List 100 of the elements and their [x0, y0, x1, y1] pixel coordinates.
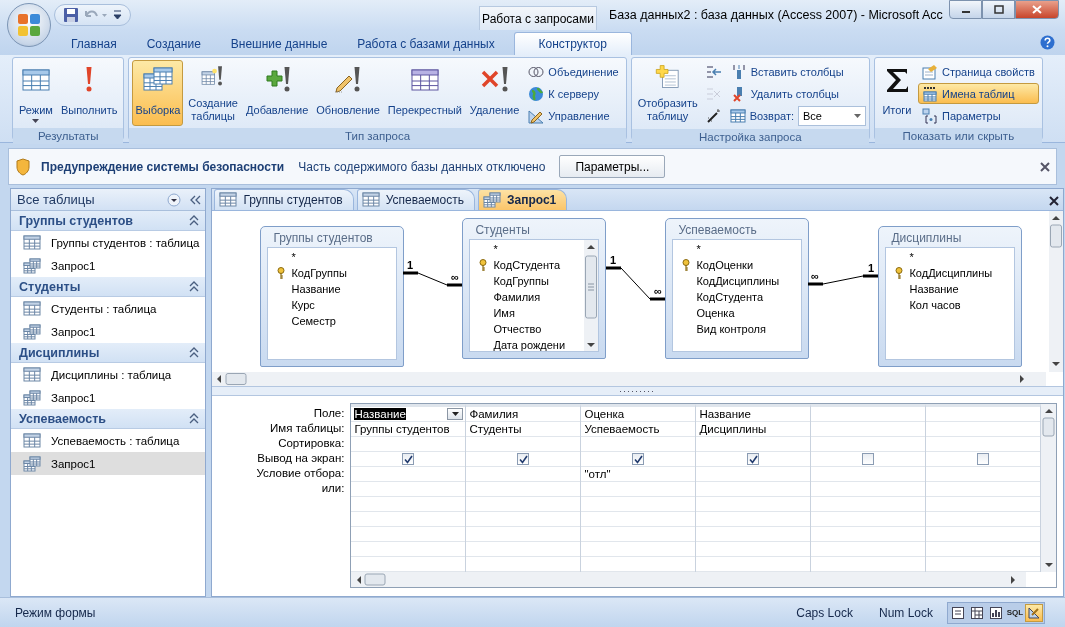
horizontal-scrollbar[interactable]: [212, 372, 1047, 386]
view-button[interactable]: SQL: [1006, 603, 1024, 622]
field-name[interactable]: Кол часов: [909, 299, 961, 311]
maximize-button[interactable]: [982, 0, 1015, 19]
field-cell[interactable]: Название: [699, 408, 751, 420]
nav-item[interactable]: Дисциплины : таблица: [11, 363, 206, 386]
nav-item[interactable]: Запрос1: [11, 386, 206, 409]
nav-item[interactable]: Запрос1: [11, 320, 206, 343]
minimize-button[interactable]: [949, 0, 982, 19]
document-tab[interactable]: Запрос1: [477, 189, 568, 210]
table-cell[interactable]: Студенты: [469, 423, 522, 435]
ribbon-button[interactable]: Удаление: [466, 60, 523, 126]
vertical-scrollbar[interactable]: [584, 240, 599, 351]
ribbon-button[interactable]: Страница свойств: [918, 61, 1039, 82]
return-dropdown[interactable]: Все: [798, 106, 866, 126]
ribbon-button[interactable]: Удалить столбцы: [726, 83, 866, 104]
show-checkbox[interactable]: [402, 453, 415, 465]
field-name[interactable]: КодГруппы: [291, 267, 347, 279]
nav-item[interactable]: Студенты : таблица: [11, 297, 206, 320]
table-box[interactable]: Студенты * КодСтудента КодГруппы Фамилия Имя Отчество Дата рождени: [462, 218, 607, 359]
field-name[interactable]: *: [493, 243, 498, 255]
ribbon-button[interactable]: Выполнить: [57, 60, 121, 126]
table-box[interactable]: Успеваемость * КодОценки КодДисциплины КодСтудента Оценка Вид контроля: [665, 218, 810, 359]
show-checkbox[interactable]: [632, 453, 645, 465]
field-cell[interactable]: Название: [354, 408, 406, 420]
close-button[interactable]: [1015, 0, 1059, 19]
field-name[interactable]: Название: [291, 283, 341, 295]
ribbon-tab[interactable]: Конструктор: [513, 32, 632, 55]
customize-toolbar-icon[interactable]: [113, 10, 122, 20]
ribbon-tab[interactable]: Создание: [131, 32, 216, 55]
field-cell[interactable]: Фамилия: [469, 408, 519, 420]
ribbon-button[interactable]: Управление: [524, 105, 623, 126]
ribbon-tab[interactable]: Работа с базами данных: [342, 32, 510, 55]
field-name[interactable]: Семестр: [291, 315, 336, 327]
document-tab[interactable]: Группы студентов: [214, 189, 354, 210]
ribbon-tab[interactable]: Внешние данные: [215, 32, 343, 55]
save-icon[interactable]: [63, 7, 79, 23]
office-button[interactable]: [7, 3, 51, 47]
ribbon-button[interactable]: К серверу: [524, 83, 623, 104]
ribbon-button[interactable]: Отобразить таблицу: [634, 60, 701, 126]
key-icon: [682, 258, 691, 272]
nav-item[interactable]: Группы студентов : таблица: [11, 231, 206, 254]
field-name[interactable]: КодГруппы: [493, 275, 549, 287]
options-button[interactable]: Параметры...: [559, 155, 666, 178]
nav-item[interactable]: Запрос1: [11, 254, 206, 277]
field-name[interactable]: Дата рождени: [493, 339, 566, 351]
show-checkbox[interactable]: [747, 453, 760, 465]
table-cell[interactable]: Успеваемость: [584, 423, 660, 435]
show-checkbox[interactable]: [517, 453, 530, 465]
query-icon: [23, 389, 41, 406]
dropdown-button[interactable]: [447, 408, 464, 420]
field-name[interactable]: *: [909, 251, 914, 263]
field-name[interactable]: Оценка: [696, 307, 735, 319]
chevron-icon[interactable]: [189, 413, 200, 424]
field-name[interactable]: КодДисциплины: [696, 275, 780, 287]
field-name[interactable]: КодСтудента: [493, 259, 561, 271]
field-name[interactable]: КодДисциплины: [909, 267, 993, 279]
ribbon-button[interactable]: Имена таблиц: [918, 83, 1039, 104]
chevron-icon[interactable]: [189, 281, 200, 292]
ribbon-button[interactable]: Выборка: [132, 60, 184, 126]
view-button[interactable]: [1025, 603, 1043, 622]
ribbon-button[interactable]: Итоги: [878, 60, 916, 126]
chevron-icon[interactable]: [189, 347, 200, 358]
field-name[interactable]: *: [291, 251, 296, 263]
show-checkbox[interactable]: [977, 453, 990, 465]
help-icon[interactable]: [1040, 35, 1055, 50]
field-name[interactable]: Вид контроля: [696, 323, 766, 335]
ribbon-button[interactable]: Создание таблицы: [185, 60, 241, 126]
table-box[interactable]: Группы студентов * КодГруппы Название Курс Семестр: [260, 226, 405, 367]
ribbon-button[interactable]: Вставить столбцы: [726, 61, 866, 82]
criteria-cell[interactable]: "отл": [584, 468, 611, 480]
ribbon-tab[interactable]: Главная: [56, 32, 132, 55]
ribbon-button[interactable]: Объединение: [524, 61, 623, 82]
field-name[interactable]: Имя: [493, 307, 515, 319]
ribbon-button[interactable]: Перекрестный: [384, 60, 465, 126]
field-name[interactable]: КодОценки: [696, 259, 754, 271]
field-cell[interactable]: Оценка: [584, 408, 625, 420]
vertical-scrollbar[interactable]: [1049, 211, 1064, 372]
field-name[interactable]: КодСтудента: [696, 291, 764, 303]
ribbon-button[interactable]: Режим: [16, 60, 56, 126]
nav-item[interactable]: Запрос1: [11, 452, 206, 475]
close-icon[interactable]: [1040, 161, 1050, 172]
ribbon-button[interactable]: Параметры: [918, 105, 1039, 126]
horizontal-scrollbar[interactable]: [351, 572, 1027, 587]
table-box[interactable]: Дисциплины * КодДисциплины Название Кол часов: [878, 226, 1023, 367]
table-cell[interactable]: Группы студентов: [354, 423, 450, 435]
field-name[interactable]: Название: [909, 283, 959, 295]
document-tab[interactable]: Успеваемость: [356, 189, 475, 210]
close-icon[interactable]: [1049, 196, 1060, 206]
field-name[interactable]: *: [696, 243, 701, 255]
vertical-scrollbar[interactable]: [1041, 404, 1057, 572]
field-name[interactable]: Фамилия: [493, 291, 541, 303]
ribbon-button[interactable]: Добавление: [243, 60, 312, 126]
chevron-icon[interactable]: [189, 215, 200, 226]
field-name[interactable]: Курс: [291, 299, 315, 311]
field-name[interactable]: Отчество: [493, 323, 542, 335]
ribbon-button[interactable]: Обновление: [313, 60, 383, 126]
table-cell[interactable]: Дисциплины: [699, 423, 767, 435]
nav-item[interactable]: Успеваемость : таблица: [11, 429, 206, 452]
show-checkbox[interactable]: [862, 453, 875, 465]
